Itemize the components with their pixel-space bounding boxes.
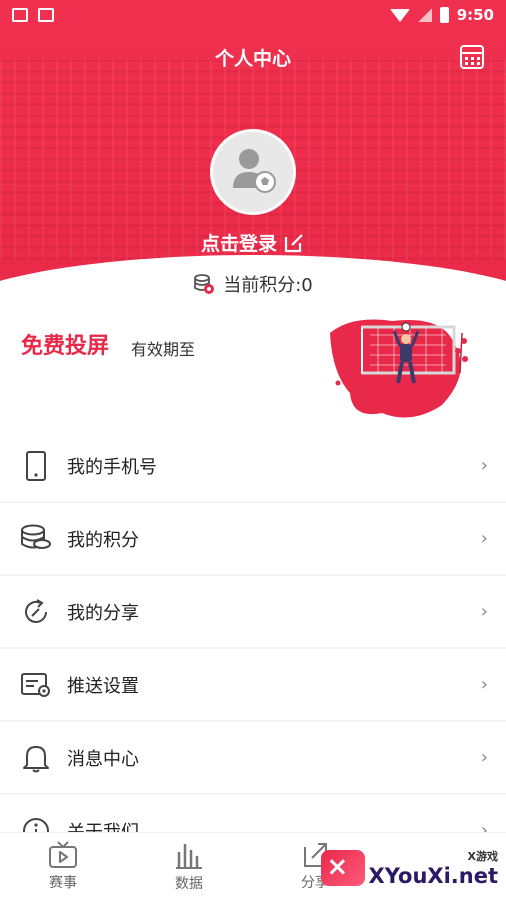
chevron-right-icon: › bbox=[480, 455, 488, 476]
menu-item-points[interactable]: 我的积分 › bbox=[0, 503, 506, 576]
login-link[interactable]: 点击登录 bbox=[0, 229, 506, 256]
signal-icon bbox=[417, 8, 432, 22]
phone-icon bbox=[20, 450, 52, 482]
share-refresh-icon bbox=[20, 596, 52, 628]
menu-label: 推送设置 bbox=[67, 675, 139, 697]
chevron-right-icon: › bbox=[480, 674, 488, 695]
edit-icon bbox=[284, 233, 303, 252]
points-label: 当前积分:0 bbox=[223, 275, 313, 296]
status-time: 9:50 bbox=[456, 6, 494, 24]
xyouxi-logo-icon bbox=[320, 850, 365, 886]
free-cast-promo[interactable]: 免费投屏 有效期至 bbox=[0, 305, 506, 425]
settings-menu: 我的手机号 › 我的积分 › 我的分享 › 推送设置 › 消息中心 › 关于我们 bbox=[0, 430, 506, 868]
menu-item-share[interactable]: 我的分享 › bbox=[0, 576, 506, 649]
promo-title: 免费投屏 bbox=[21, 334, 110, 359]
nav-label: 赛事 bbox=[49, 875, 77, 891]
goalkeeper-illustration bbox=[330, 319, 468, 418]
battery-icon bbox=[439, 7, 449, 23]
menu-item-messages[interactable]: 消息中心 › bbox=[0, 722, 506, 795]
text-notification-icon bbox=[38, 8, 54, 22]
tv-icon bbox=[49, 841, 77, 868]
chevron-right-icon: › bbox=[480, 528, 488, 549]
chevron-right-icon: › bbox=[480, 747, 488, 768]
coins-icon bbox=[194, 274, 215, 294]
gallery-notification-icon bbox=[12, 8, 28, 22]
coins-icon bbox=[20, 523, 52, 555]
status-bar: 9:50 bbox=[0, 0, 506, 30]
avatar[interactable] bbox=[210, 129, 296, 215]
nav-item-matches[interactable]: 赛事 bbox=[0, 833, 126, 900]
login-label: 点击登录 bbox=[200, 233, 277, 255]
menu-label: 消息中心 bbox=[67, 748, 139, 770]
promo-validity: 有效期至 bbox=[131, 340, 196, 359]
menu-label: 我的分享 bbox=[67, 602, 139, 624]
user-football-icon bbox=[233, 149, 276, 193]
menu-label: 我的手机号 bbox=[67, 456, 157, 478]
menu-item-push-settings[interactable]: 推送设置 › bbox=[0, 649, 506, 722]
menu-item-phone[interactable]: 我的手机号 › bbox=[0, 430, 506, 503]
profile-header: 9:50 个人中心 点击登录 当前积分:0 bbox=[0, 0, 506, 305]
watermark-small-text: X游戏 bbox=[467, 850, 498, 863]
chevron-right-icon: › bbox=[480, 601, 488, 622]
watermark: X游戏 XYouXi.net bbox=[320, 848, 498, 888]
bar-chart-icon bbox=[176, 844, 202, 869]
push-settings-icon bbox=[20, 669, 52, 701]
points-display: 当前积分:0 bbox=[0, 271, 506, 297]
nav-item-data[interactable]: 数据 bbox=[126, 833, 252, 900]
menu-label: 我的积分 bbox=[67, 529, 139, 551]
page-title: 个人中心 bbox=[214, 48, 291, 70]
wifi-icon bbox=[389, 8, 410, 22]
nav-label: 数据 bbox=[175, 876, 203, 892]
watermark-big-text: XYouXi.net bbox=[368, 864, 498, 888]
calendar-icon[interactable] bbox=[460, 45, 484, 69]
bell-icon bbox=[20, 742, 52, 774]
